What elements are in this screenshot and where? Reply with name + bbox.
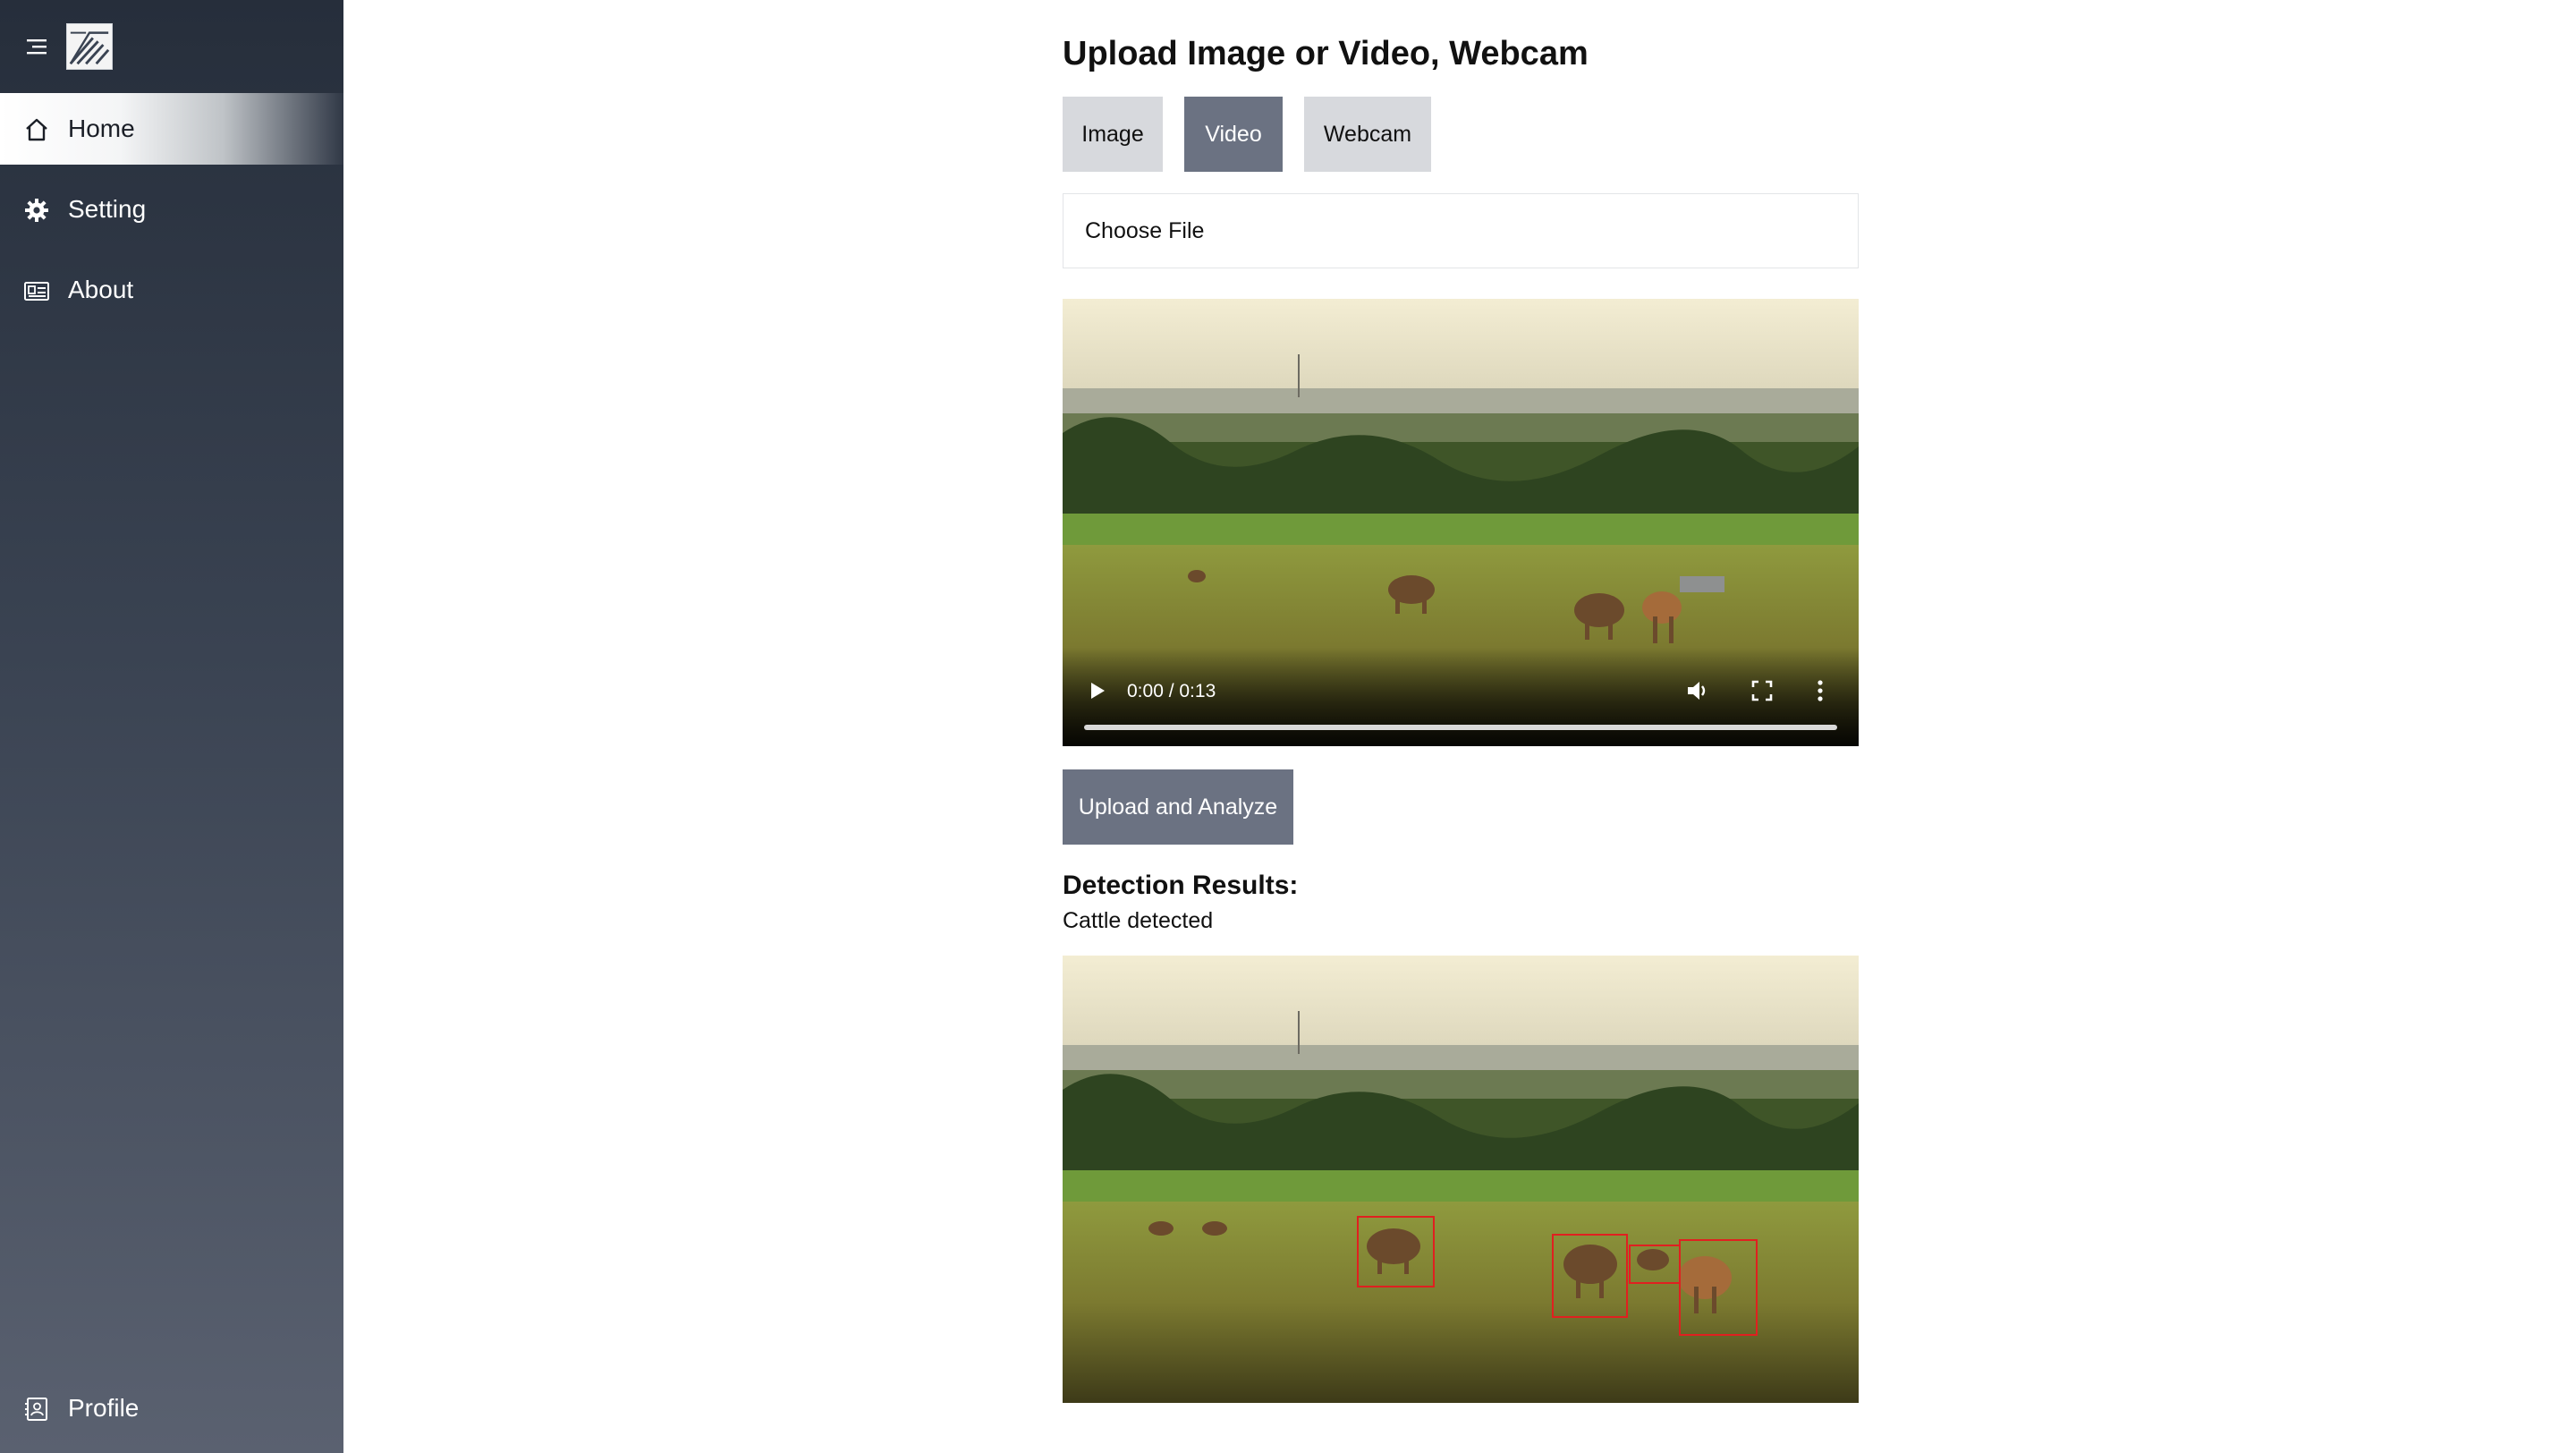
video-time: 0:00 / 0:13 [1127, 681, 1216, 701]
fullscreen-icon[interactable] [1751, 680, 1773, 701]
sidebar-item-label: Setting [68, 195, 147, 223]
sidebar-header [0, 0, 343, 93]
file-input[interactable]: Choose File [1063, 193, 1859, 268]
sidebar-item-label: Profile [68, 1394, 140, 1422]
video-progress-bar[interactable] [1084, 725, 1837, 730]
home-icon [26, 118, 47, 141]
page-title: Upload Image or Video, Webcam [1063, 35, 1589, 72]
result-frame [1063, 956, 1859, 1403]
file-input-label: Choose File [1085, 217, 1205, 243]
logo [66, 23, 113, 70]
upload-and-analyze-button[interactable]: Upload and Analyze [1063, 769, 1293, 845]
volume-icon[interactable] [1685, 678, 1710, 703]
play-icon[interactable] [1088, 680, 1107, 701]
results-heading: Detection Results: [1063, 871, 1299, 900]
sidebar-item-label: Home [68, 115, 135, 142]
sidebar-item-label: About [68, 276, 134, 303]
detection-result-image [1063, 956, 1859, 1403]
gear-icon [25, 199, 48, 222]
sidebar-item-setting[interactable]: Setting [0, 174, 343, 245]
contact-icon [25, 1398, 47, 1421]
sidebar-item-home[interactable]: Home [0, 93, 343, 165]
tab-image[interactable]: Image [1063, 97, 1163, 172]
tab-webcam[interactable]: Webcam [1304, 97, 1431, 172]
id-card-icon [24, 282, 49, 301]
sidebar-item-profile[interactable]: Profile [0, 1372, 343, 1444]
menu-icon[interactable] [25, 34, 50, 59]
sidebar-item-about[interactable]: About [0, 254, 343, 326]
sidebar: Home Setting About Profile [0, 0, 343, 1453]
video-controls: 0:00 / 0:13 [1063, 648, 1859, 746]
tab-video[interactable]: Video [1184, 97, 1283, 172]
more-options-icon[interactable] [1816, 678, 1825, 703]
video-player[interactable]: 0:00 / 0:13 [1063, 299, 1859, 746]
results-text: Cattle detected [1063, 908, 1214, 933]
